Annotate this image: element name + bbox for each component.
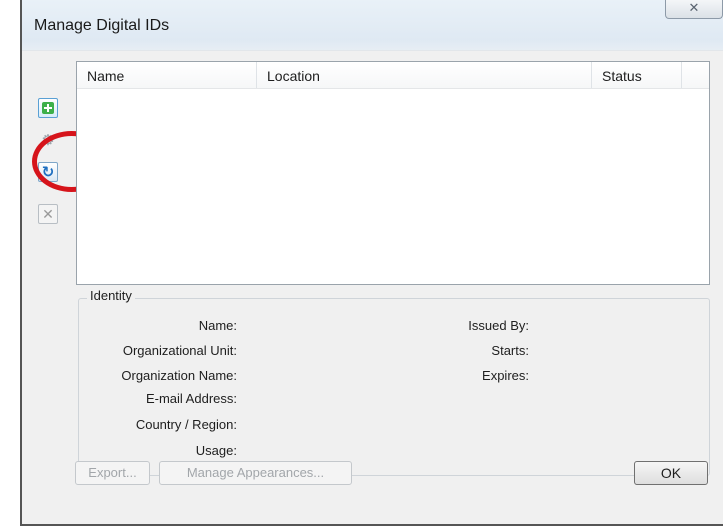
identity-group-label: Identity [87, 288, 135, 303]
column-header-location[interactable]: Location [257, 62, 592, 88]
email-address-label: E-mail Address: [145, 391, 237, 406]
plus-icon [42, 102, 54, 114]
organizational-unit-label: Organizational Unit: [122, 343, 237, 358]
country-region-label: Country / Region: [135, 417, 237, 432]
manage-digital-ids-window: Manage Digital IDs ✕ ⚙ ↻ ✕ Name Location… [20, 0, 723, 526]
ok-button[interactable]: OK [634, 461, 708, 485]
column-header-name[interactable]: Name [77, 62, 257, 88]
add-id-button[interactable] [38, 98, 58, 118]
issued-by-label: Issued By: [468, 318, 529, 333]
identity-group: Identity Name: Organizational Unit: Orga… [78, 288, 710, 476]
list-body[interactable] [77, 89, 709, 284]
close-icon: ✕ [688, 0, 700, 15]
digital-ids-list[interactable]: Name Location Status [76, 61, 710, 285]
window-title: Manage Digital IDs [34, 17, 170, 34]
name-label: Name: [198, 318, 237, 333]
usage-label: Usage: [195, 443, 237, 458]
list-header: Name Location Status [77, 62, 709, 89]
close-button[interactable]: ✕ [665, 0, 723, 19]
title-bar: Manage Digital IDs ✕ [22, 0, 723, 50]
remove-id-button[interactable]: ✕ [38, 204, 58, 224]
dialog-body: ⚙ ↻ ✕ Name Location Status Identity Name… [22, 50, 723, 524]
starts-label: Starts: [491, 343, 529, 358]
manage-appearances-button[interactable]: Manage Appearances... [159, 461, 352, 485]
export-button[interactable]: Export... [75, 461, 150, 485]
column-header-status[interactable]: Status [592, 62, 682, 88]
close-icon: ✕ [42, 205, 54, 222]
expires-label: Expires: [482, 368, 529, 383]
organization-name-label: Organization Name: [121, 368, 237, 383]
